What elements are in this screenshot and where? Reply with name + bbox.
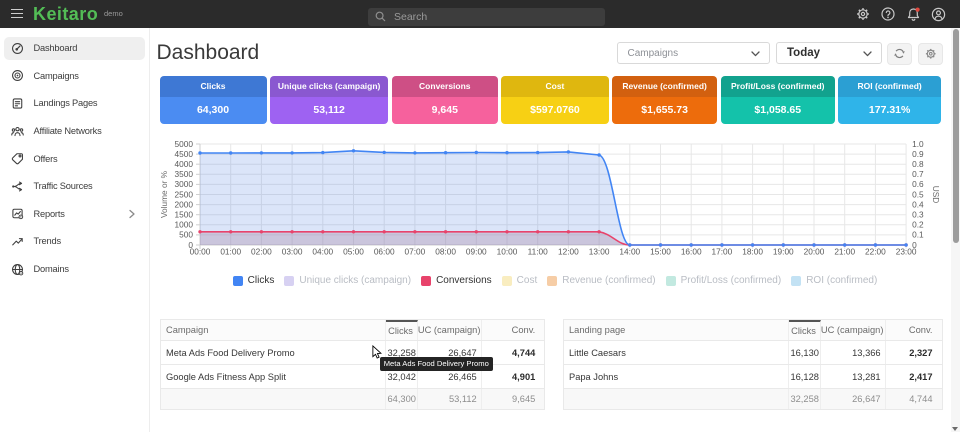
svg-text:0.2: 0.2	[912, 220, 924, 230]
svg-text:17:00: 17:00	[712, 247, 733, 257]
svg-text:04:00: 04:00	[312, 247, 333, 257]
svg-text:21:00: 21:00	[834, 247, 855, 257]
svg-text:2500: 2500	[175, 189, 194, 199]
svg-text:0.5: 0.5	[912, 189, 924, 199]
svg-text:4500: 4500	[175, 149, 194, 159]
svg-text:01:00: 01:00	[220, 247, 241, 257]
svg-text:23:00: 23:00	[896, 247, 917, 257]
svg-text:500: 500	[179, 230, 193, 240]
svg-text:0.7: 0.7	[912, 169, 924, 179]
svg-text:5000: 5000	[175, 139, 194, 149]
svg-text:08:00: 08:00	[435, 247, 456, 257]
svg-text:03:00: 03:00	[282, 247, 303, 257]
svg-text:06:00: 06:00	[374, 247, 395, 257]
svg-text:1500: 1500	[175, 210, 194, 220]
svg-text:18:00: 18:00	[742, 247, 763, 257]
svg-text:09:00: 09:00	[466, 247, 487, 257]
svg-text:4000: 4000	[175, 159, 194, 169]
svg-text:1000: 1000	[175, 220, 194, 230]
svg-text:2000: 2000	[175, 199, 194, 209]
svg-text:10:00: 10:00	[497, 247, 518, 257]
svg-text:15:00: 15:00	[650, 247, 671, 257]
svg-text:00:00: 00:00	[190, 247, 211, 257]
svg-text:20:00: 20:00	[804, 247, 825, 257]
svg-text:0.6: 0.6	[912, 179, 924, 189]
svg-text:05:00: 05:00	[343, 247, 364, 257]
svg-text:0.9: 0.9	[912, 149, 924, 159]
svg-text:0.8: 0.8	[912, 159, 924, 169]
svg-text:0.4: 0.4	[912, 199, 924, 209]
svg-text:USD: USD	[931, 186, 941, 204]
svg-text:Volume or %: Volume or %	[159, 170, 169, 218]
svg-text:3000: 3000	[175, 179, 194, 189]
svg-text:02:00: 02:00	[251, 247, 272, 257]
svg-text:0.1: 0.1	[912, 230, 924, 240]
svg-text:22:00: 22:00	[865, 247, 886, 257]
svg-text:12:00: 12:00	[558, 247, 579, 257]
svg-text:07:00: 07:00	[405, 247, 426, 257]
svg-text:1.0: 1.0	[912, 139, 924, 149]
svg-text:19:00: 19:00	[773, 247, 794, 257]
svg-text:16:00: 16:00	[681, 247, 702, 257]
svg-text:14:00: 14:00	[619, 247, 640, 257]
svg-text:0.3: 0.3	[912, 210, 924, 220]
svg-text:13:00: 13:00	[589, 247, 610, 257]
svg-text:3500: 3500	[175, 169, 194, 179]
svg-text:11:00: 11:00	[528, 247, 549, 257]
